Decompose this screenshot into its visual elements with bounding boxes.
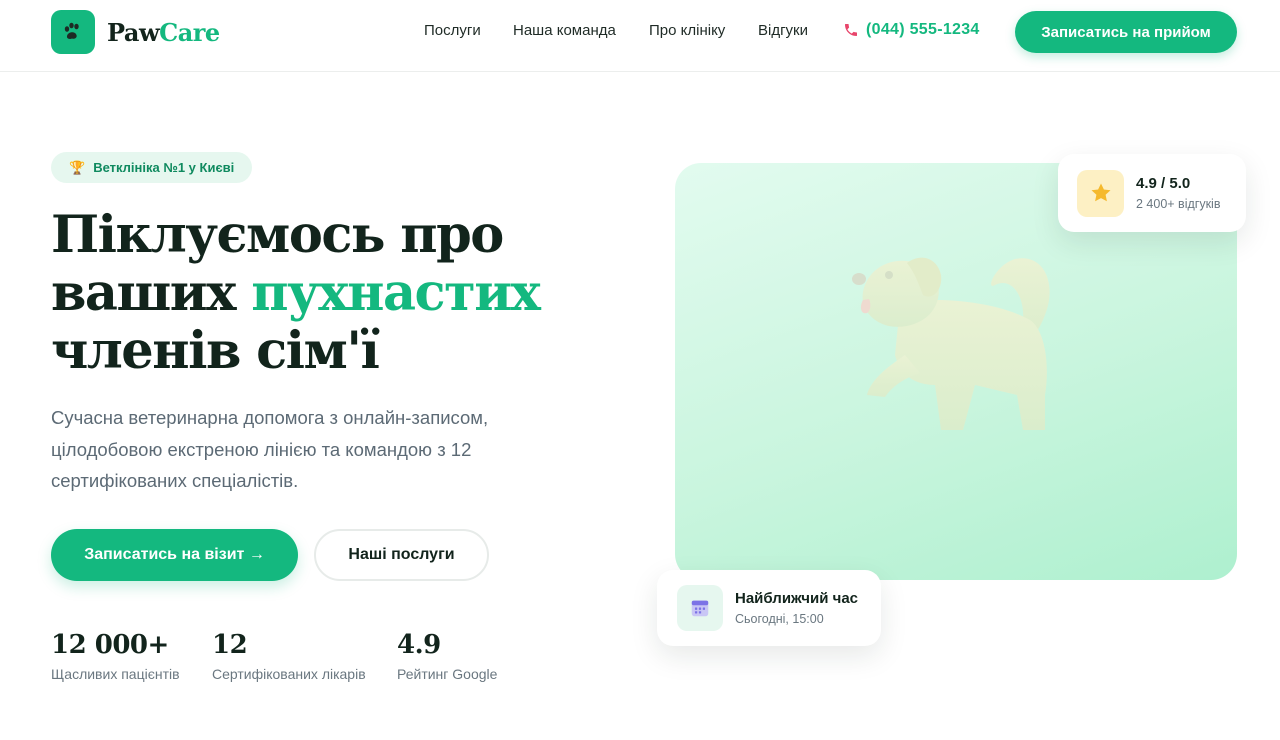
stat-label: Рейтинг Google (397, 666, 498, 682)
stat-doctors: 12 Сертифікованих лікарів (212, 630, 366, 682)
hero-badge: 🏆 Ветклініка №1 у Києві (51, 152, 253, 183)
nav-item-services[interactable]: Послуги (424, 22, 481, 39)
hero-title-line2-text: ваших (51, 263, 252, 323)
hero-title: Піклуємось про ваших пухнастих членів сі… (51, 206, 611, 380)
nearest-time-title: Найближчий час (735, 590, 859, 607)
book-visit-button[interactable]: Записатись на візит → (51, 529, 298, 581)
site-header: PawCare Послуги Наша команда Про клініку… (0, 0, 1280, 72)
logo-text: PawCare (107, 18, 220, 47)
rating-value: 4.9 / 5.0 (1136, 175, 1191, 192)
nav-item-team[interactable]: Наша команда (513, 22, 616, 39)
calendar-icon (677, 585, 723, 631)
star-icon (1077, 169, 1124, 217)
stat-patients: 12 000+ Щасливих пацієнтів (51, 630, 180, 682)
stat-label: Щасливих пацієнтів (51, 666, 180, 682)
stat-value: 12 (212, 630, 248, 660)
phone-link[interactable]: (044) 555-1234 (843, 21, 980, 39)
logo-text-part2: Care (159, 17, 220, 47)
rating-card: 4.9 / 5.0 2 400+ відгуків (1058, 154, 1246, 232)
hero-title-line3: членів сім'ї (51, 321, 380, 381)
hero-title-line2: ваших пухнастих (51, 264, 611, 322)
dog-illustration (852, 257, 1050, 430)
stat-value: 4.9 (397, 630, 441, 660)
hero-title-line1: Піклуємось про (51, 205, 504, 265)
phone-number: (044) 555-1234 (866, 21, 980, 38)
nav-item-reviews[interactable]: Відгуки (758, 22, 808, 39)
our-services-button[interactable]: Наші послуги (314, 529, 489, 581)
phone-icon (845, 24, 857, 36)
nearest-time-subtitle: Сьогодні, 15:00 (735, 612, 824, 626)
hero-description: Сучасна ветеринарна допомога з онлайн-за… (51, 407, 489, 491)
hero-badge-text: Ветклініка №1 у Києві (93, 160, 235, 175)
rating-subtitle: 2 400+ відгуків (1136, 197, 1221, 211)
stat-rating: 4.9 Рейтинг Google (397, 630, 497, 682)
stat-value: 12 000+ (51, 630, 169, 660)
logo-text-part1: Paw (107, 17, 160, 47)
stat-label: Сертифікованих лікарів (212, 666, 366, 682)
nav-item-about[interactable]: Про клініку (649, 22, 725, 39)
nearest-time-card: Найближчий час Сьогодні, 15:00 (657, 570, 881, 646)
paw-icon (51, 10, 95, 54)
hero-title-accent: пухнастих (251, 263, 541, 323)
trophy-icon: 🏆 (69, 159, 86, 175)
logo[interactable]: PawCare (51, 10, 220, 54)
book-appointment-button[interactable]: Записатись на прийом (1015, 11, 1237, 53)
